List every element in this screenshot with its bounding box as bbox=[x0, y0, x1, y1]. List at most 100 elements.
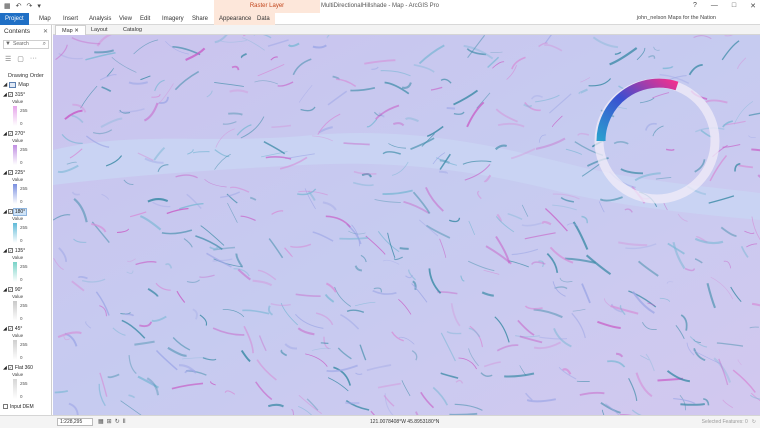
list-by-source-icon[interactable]: ▢ bbox=[17, 55, 24, 63]
visibility-checkbox[interactable]: ✓ bbox=[7, 365, 13, 370]
layer-name[interactable]: 90° bbox=[14, 287, 24, 293]
tab-layout-view[interactable]: Layout bbox=[85, 25, 114, 35]
title-bar: ▦ ↶ ↷ ▾ Raster Layer MultiDirectionalHil… bbox=[0, 0, 760, 13]
terrain-ridge bbox=[665, 148, 675, 151]
window-title: MultiDirectionalHillshade - Map - ArcGIS… bbox=[320, 3, 440, 9]
layer-row[interactable]: ◢ ✓ 90° bbox=[3, 286, 51, 293]
ramp-low: 0 bbox=[20, 394, 23, 399]
more-icon[interactable]: ··· bbox=[30, 55, 37, 63]
layer-item[interactable]: ◢ ✓ 315° Value 255 0 bbox=[3, 91, 51, 130]
expand-icon[interactable]: ◢ bbox=[3, 365, 7, 371]
search-input[interactable]: ▼ Search ⌕ bbox=[3, 40, 49, 49]
layer-item[interactable]: ◢ ✓ 135° Value 255 0 bbox=[3, 247, 51, 286]
layer-row[interactable]: ◢ ✓ 180° bbox=[3, 207, 51, 216]
layer-name[interactable]: Input DEM bbox=[9, 404, 35, 410]
tab-project[interactable]: Project bbox=[0, 13, 29, 25]
filter-icon[interactable]: ▼ bbox=[5, 41, 11, 48]
expand-icon[interactable]: ◢ bbox=[3, 209, 7, 215]
scale-selector[interactable]: 1:228,295 bbox=[57, 418, 93, 426]
expand-icon[interactable]: ◢ bbox=[3, 92, 7, 98]
selected-features: Selected Features: 0 bbox=[701, 419, 748, 425]
tab-map-view[interactable]: Map ✕ bbox=[55, 25, 86, 35]
visibility-checkbox[interactable]: ✓ bbox=[7, 170, 13, 175]
user-account[interactable]: john_nelson Maps for the Nation bbox=[637, 15, 716, 21]
layer-row[interactable]: ◢ ✓ 135° bbox=[3, 247, 51, 254]
pause-icon[interactable]: Ⅱ bbox=[123, 418, 126, 425]
layer-name[interactable]: 135° bbox=[14, 248, 26, 254]
close-icon[interactable]: ✕ bbox=[43, 28, 48, 35]
tab-catalog-view[interactable]: Catalog bbox=[117, 25, 148, 35]
hillshade-map[interactable] bbox=[53, 35, 760, 415]
color-ramp bbox=[13, 106, 17, 126]
layer-item[interactable]: ◢ ✓ 225° Value 255 0 bbox=[3, 169, 51, 208]
visibility-checkbox[interactable]: ✓ bbox=[7, 326, 13, 331]
layer-row[interactable]: ◢ ✓ Flat 360 bbox=[3, 364, 51, 371]
search-icon[interactable]: ⌕ bbox=[43, 41, 46, 48]
layer-name[interactable]: 270° bbox=[14, 131, 26, 137]
layer-name[interactable]: 225° bbox=[14, 170, 26, 176]
status-bar: 1:228,295 ▦ ⊞ ↻ Ⅱ 121.0078408°W 45.89531… bbox=[0, 415, 760, 428]
value-label: Value bbox=[12, 177, 24, 182]
ramp-high: 255 bbox=[20, 108, 28, 113]
refresh-icon[interactable]: ↻ bbox=[115, 418, 120, 425]
visibility-checkbox[interactable]: ✓ bbox=[7, 248, 13, 253]
layer-name[interactable]: Flat 360 bbox=[14, 365, 34, 371]
layer-row-input-dem[interactable]: Input DEM bbox=[3, 403, 51, 410]
map-view[interactable] bbox=[53, 35, 760, 415]
ramp-high: 255 bbox=[20, 186, 28, 191]
tab-edit[interactable]: Edit bbox=[135, 13, 155, 25]
expand-icon[interactable]: ◢ bbox=[3, 82, 7, 88]
expand-icon[interactable]: ◢ bbox=[3, 326, 7, 332]
layer-row[interactable]: ◢ ✓ 315° bbox=[3, 91, 51, 98]
map-node[interactable]: ◢ Map bbox=[3, 82, 29, 88]
search-placeholder: Search bbox=[13, 41, 29, 47]
minimize-button[interactable]: — bbox=[711, 2, 718, 10]
tab-map[interactable]: Map bbox=[34, 13, 56, 25]
layer-name[interactable]: 315° bbox=[14, 92, 26, 98]
close-button[interactable]: ✕ bbox=[750, 2, 756, 10]
close-icon[interactable]: ✕ bbox=[74, 28, 79, 34]
expand-icon[interactable]: ◢ bbox=[3, 248, 7, 254]
tab-share[interactable]: Share bbox=[187, 13, 213, 25]
status-tools: ▦ ⊞ ↻ Ⅱ bbox=[98, 418, 126, 425]
expand-icon[interactable]: ◢ bbox=[3, 170, 7, 176]
tab-data[interactable]: Data bbox=[252, 13, 275, 25]
layer-item[interactable]: ◢ ✓ 90° Value 255 0 bbox=[3, 286, 51, 325]
visibility-checkbox[interactable] bbox=[3, 404, 8, 409]
layer-row[interactable]: ◢ ✓ 270° bbox=[3, 130, 51, 137]
tab-analysis[interactable]: Analysis bbox=[84, 13, 116, 25]
visibility-checkbox[interactable]: ✓ bbox=[7, 287, 13, 292]
refresh-icon[interactable]: ↻ bbox=[752, 419, 756, 425]
maximize-button[interactable]: □ bbox=[732, 2, 736, 10]
tab-imagery[interactable]: Imagery bbox=[157, 13, 189, 25]
layer-name[interactable]: 180° bbox=[12, 207, 28, 216]
contents-pane: Contents ✕ ▼ Search ⌕ ☰ ▢ ··· Drawing Or… bbox=[0, 25, 52, 415]
layer-row[interactable]: ◢ ✓ 45° bbox=[3, 325, 51, 332]
layer-name[interactable]: 45° bbox=[14, 326, 24, 332]
visibility-checkbox[interactable]: ✓ bbox=[7, 92, 13, 97]
tab-appearance[interactable]: Appearance bbox=[214, 13, 257, 25]
tab-insert[interactable]: Insert bbox=[58, 13, 83, 25]
terrain-ridge bbox=[399, 247, 409, 250]
color-ramp bbox=[13, 340, 17, 360]
fit-icon[interactable]: ⊞ bbox=[107, 418, 112, 425]
list-by-drawing-order-icon[interactable]: ☰ bbox=[5, 55, 11, 63]
grid-icon[interactable]: ▦ bbox=[98, 418, 104, 425]
help-icon[interactable]: ? bbox=[693, 2, 697, 10]
expand-icon[interactable]: ◢ bbox=[3, 287, 7, 293]
map-node-label: Map bbox=[18, 82, 29, 88]
visibility-checkbox[interactable]: ✓ bbox=[7, 209, 13, 214]
value-label: Value bbox=[12, 255, 24, 260]
value-label: Value bbox=[12, 372, 24, 377]
value-label: Value bbox=[12, 294, 24, 299]
expand-icon[interactable]: ◢ bbox=[3, 131, 7, 137]
layer-item[interactable]: ◢ ✓ 180° Value 255 0 bbox=[3, 207, 51, 247]
drawing-order-heading: Drawing Order bbox=[8, 73, 44, 79]
layer-item[interactable]: ◢ ✓ 270° Value 255 0 bbox=[3, 130, 51, 169]
value-label: Value bbox=[12, 216, 24, 221]
layer-item[interactable]: ◢ ✓ Flat 360 Value 255 0 bbox=[3, 364, 51, 403]
layer-item[interactable]: ◢ ✓ 45° Value 255 0 bbox=[3, 325, 51, 364]
visibility-checkbox[interactable]: ✓ bbox=[7, 131, 13, 136]
tab-view[interactable]: View bbox=[114, 13, 137, 25]
layer-row[interactable]: ◢ ✓ 225° bbox=[3, 169, 51, 176]
